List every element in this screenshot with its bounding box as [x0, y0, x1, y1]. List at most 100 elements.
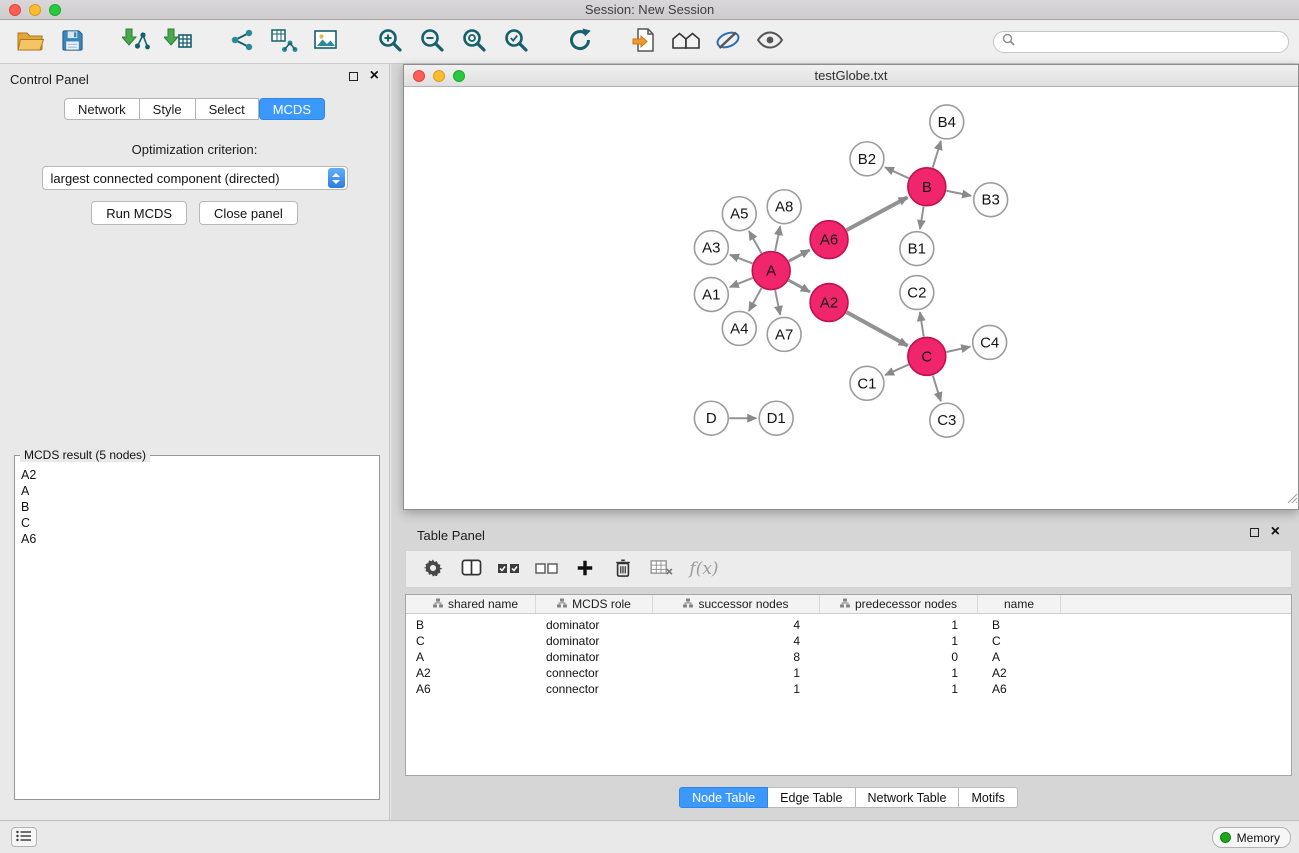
- network-edge-A-A1[interactable]: [730, 278, 753, 287]
- network-edge-A-A7[interactable]: [775, 290, 780, 315]
- network-canvas[interactable]: B4B2BB3A5A8A6B1A3AC2A1A2A4A7C4CC1C3DD1: [404, 88, 1298, 509]
- network-node-D1[interactable]: D1: [759, 401, 793, 435]
- column-header-name[interactable]: name: [978, 595, 1061, 613]
- mcds-result-item[interactable]: A: [21, 483, 373, 499]
- network-node-C3[interactable]: C3: [930, 403, 964, 437]
- network-edge-A-A4[interactable]: [749, 288, 762, 311]
- float-table-panel-icon[interactable]: [1250, 528, 1259, 537]
- network-edge-C-C4[interactable]: [946, 347, 970, 352]
- tab-select[interactable]: Select: [196, 98, 259, 120]
- network-node-D[interactable]: D: [694, 401, 728, 435]
- network-node-C[interactable]: C: [908, 337, 946, 375]
- network-edge-B-B4[interactable]: [933, 141, 941, 168]
- network-node-A7[interactable]: A7: [767, 317, 801, 351]
- network-node-A1[interactable]: A1: [694, 278, 728, 312]
- column-header-predecessor-nodes[interactable]: predecessor nodes: [820, 595, 978, 613]
- new-network-button[interactable]: [224, 24, 260, 60]
- network-close-button[interactable]: [413, 70, 425, 82]
- network-node-A3[interactable]: A3: [694, 231, 728, 265]
- network-edge-A-A8[interactable]: [775, 226, 780, 251]
- column-header-mcds-role[interactable]: MCDS role: [536, 595, 653, 613]
- network-node-C4[interactable]: C4: [973, 325, 1007, 359]
- new-network-from-table-button[interactable]: [266, 24, 302, 60]
- network-zoom-button[interactable]: [453, 70, 465, 82]
- memory-button[interactable]: Memory: [1212, 827, 1291, 848]
- apply-layout-button[interactable]: [562, 24, 598, 60]
- export-image-button[interactable]: [308, 24, 344, 60]
- table-row[interactable]: Bdominator41B: [406, 617, 1291, 633]
- table-row[interactable]: Cdominator41C: [406, 633, 1291, 649]
- network-node-A[interactable]: A: [752, 252, 790, 290]
- mcds-result-item[interactable]: A6: [21, 531, 373, 547]
- page-arrows-button[interactable]: [626, 24, 662, 60]
- show-columns-button[interactable]: [454, 554, 488, 584]
- network-edge-A-A3[interactable]: [730, 255, 753, 264]
- search-input[interactable]: [1020, 35, 1280, 49]
- network-node-B2[interactable]: B2: [850, 142, 884, 176]
- mcds-result-item[interactable]: C: [21, 515, 373, 531]
- run-mcds-button[interactable]: Run MCDS: [91, 201, 187, 225]
- zoom-selected-button[interactable]: [498, 24, 534, 60]
- network-node-B[interactable]: B: [908, 168, 946, 206]
- deselect-all-button[interactable]: [530, 554, 564, 584]
- search-box[interactable]: [993, 31, 1289, 53]
- delete-column-button[interactable]: [606, 554, 640, 584]
- import-network-button[interactable]: [118, 24, 154, 60]
- close-window-button[interactable]: [9, 4, 21, 16]
- close-panel-button[interactable]: Close panel: [199, 201, 298, 225]
- task-history-button[interactable]: [11, 827, 37, 847]
- column-header-successor-nodes[interactable]: successor nodes: [653, 595, 820, 613]
- network-node-B4[interactable]: B4: [930, 105, 964, 139]
- minimize-window-button[interactable]: [29, 4, 41, 16]
- network-node-A5[interactable]: A5: [722, 197, 756, 231]
- table-row[interactable]: Adominator80A: [406, 649, 1291, 665]
- annotation-button[interactable]: [710, 24, 746, 60]
- network-edge-B-B3[interactable]: [946, 191, 971, 196]
- tab-motifs[interactable]: Motifs: [959, 787, 1017, 808]
- save-button[interactable]: [54, 24, 90, 60]
- tab-node-table[interactable]: Node Table: [679, 787, 768, 808]
- tab-mcds[interactable]: MCDS: [259, 98, 325, 120]
- network-node-A8[interactable]: A8: [767, 190, 801, 224]
- column-header-shared-name[interactable]: shared name: [406, 595, 536, 613]
- import-table-button[interactable]: [160, 24, 196, 60]
- table-row[interactable]: A2connector11A2: [406, 665, 1291, 681]
- network-node-B3[interactable]: B3: [974, 183, 1008, 217]
- network-edge-A-A2[interactable]: [789, 280, 810, 292]
- delete-table-button[interactable]: [644, 554, 678, 584]
- add-column-button[interactable]: [568, 554, 602, 584]
- network-node-C1[interactable]: C1: [850, 366, 884, 400]
- tab-network[interactable]: Network: [64, 98, 140, 120]
- network-edge-C-C3[interactable]: [933, 375, 941, 401]
- tab-edge-table[interactable]: Edge Table: [768, 787, 855, 808]
- network-edge-C-C2[interactable]: [920, 312, 924, 336]
- float-panel-icon[interactable]: [349, 72, 358, 81]
- network-node-C2[interactable]: C2: [900, 276, 934, 310]
- show-hide-button[interactable]: [752, 24, 788, 60]
- close-panel-icon[interactable]: ×: [370, 71, 379, 81]
- function-builder-button[interactable]: f(x): [682, 554, 726, 584]
- criterion-dropdown[interactable]: largest connected component (directed): [42, 166, 348, 190]
- table-settings-button[interactable]: [416, 554, 450, 584]
- tab-style[interactable]: Style: [140, 98, 196, 120]
- network-minimize-button[interactable]: [433, 70, 445, 82]
- network-node-A4[interactable]: A4: [722, 311, 756, 345]
- network-edge-A-A6[interactable]: [789, 250, 810, 261]
- mcds-result-item[interactable]: B: [21, 499, 373, 515]
- resize-grip-icon[interactable]: [1285, 490, 1297, 508]
- network-edge-B-B2[interactable]: [885, 167, 909, 178]
- table-row[interactable]: A6connector11A6: [406, 681, 1291, 697]
- close-table-panel-icon[interactable]: ×: [1271, 527, 1280, 537]
- mcds-result-item[interactable]: A2: [21, 467, 373, 483]
- network-edge-C-C1[interactable]: [885, 365, 908, 376]
- zoom-window-button[interactable]: [49, 4, 61, 16]
- network-node-B1[interactable]: B1: [900, 232, 934, 266]
- network-edge-A2-C[interactable]: [847, 312, 908, 346]
- tab-network-table[interactable]: Network Table: [856, 787, 960, 808]
- zoom-out-button[interactable]: [414, 24, 450, 60]
- network-node-A6[interactable]: A6: [810, 221, 848, 259]
- network-edge-B-B1[interactable]: [920, 206, 924, 228]
- zoom-in-button[interactable]: [372, 24, 408, 60]
- network-edge-A6-B[interactable]: [847, 197, 908, 230]
- zoom-fit-button[interactable]: [456, 24, 492, 60]
